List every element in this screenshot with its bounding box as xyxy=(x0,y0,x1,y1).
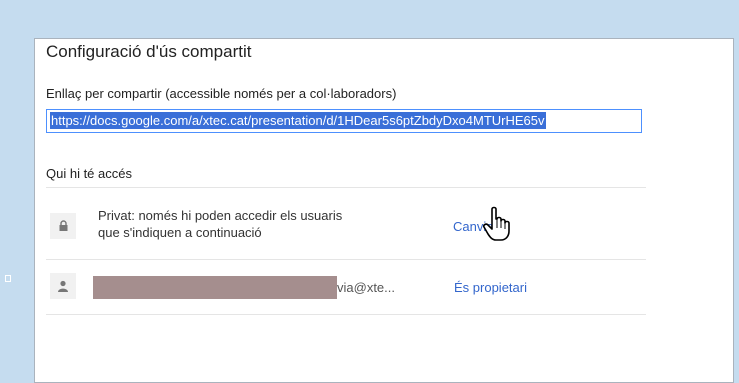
divider xyxy=(46,314,646,315)
privacy-line-2: que s'indiquen a continuació xyxy=(98,225,262,240)
redacted-user-name xyxy=(93,276,337,299)
privacy-line-1: Privat: només hi poden accedir els usuar… xyxy=(98,208,343,223)
divider xyxy=(46,259,646,260)
person-icon xyxy=(50,273,76,299)
dialog-title: Configuració d'ús compartit xyxy=(46,42,252,61)
divider xyxy=(46,187,646,188)
share-link-label: Enllaç per compartir (accessible només p… xyxy=(46,86,397,101)
lock-icon xyxy=(50,213,76,239)
owner-role: És propietari xyxy=(454,280,527,295)
hand-cursor-icon xyxy=(483,206,510,241)
share-link-value: https://docs.google.com/a/xtec.cat/prese… xyxy=(50,112,546,129)
privacy-description: Privat: només hi poden accedir els usuar… xyxy=(98,207,418,241)
window-edge-marker xyxy=(5,275,11,282)
who-has-access-heading: Qui hi té accés xyxy=(46,166,132,181)
share-link-input[interactable]: https://docs.google.com/a/xtec.cat/prese… xyxy=(46,109,642,133)
user-email: via@xte... xyxy=(337,280,395,295)
